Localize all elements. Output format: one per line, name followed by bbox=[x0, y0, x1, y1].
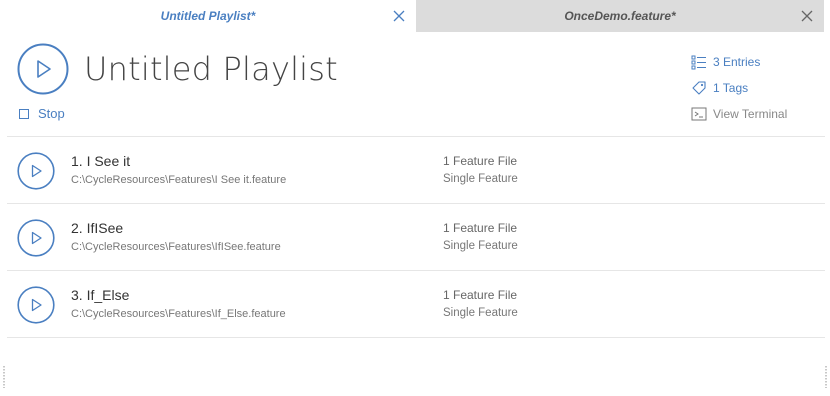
tab-oncedemo-feature[interactable]: OnceDemo.feature* bbox=[416, 0, 824, 32]
list-icon bbox=[691, 55, 706, 70]
divider bbox=[7, 337, 825, 338]
stop-square-icon bbox=[19, 108, 29, 119]
entries-count: 3 Entries bbox=[713, 55, 761, 69]
entry-name: 1. I See it bbox=[71, 153, 131, 169]
entry-file-count: 1 Feature File bbox=[443, 288, 518, 302]
page-title: Untitled Playlist bbox=[84, 50, 338, 88]
play-circle-icon[interactable] bbox=[17, 152, 55, 190]
resize-grip-left[interactable] bbox=[3, 366, 5, 388]
entry-name: 3. If_Else bbox=[71, 287, 130, 303]
view-terminal-link[interactable]: View Terminal bbox=[691, 101, 787, 127]
view-terminal-label: View Terminal bbox=[713, 107, 788, 121]
play-circle-icon[interactable] bbox=[17, 286, 55, 324]
entry-kind: Single Feature bbox=[443, 307, 518, 319]
tags-count: 1 Tags bbox=[713, 81, 749, 95]
entry-path: C:\CycleResources\Features\I See it.feat… bbox=[71, 174, 287, 186]
entry-file-count: 1 Feature File bbox=[443, 154, 518, 168]
tab-untitled-playlist[interactable]: Untitled Playlist* bbox=[0, 0, 416, 32]
stop-label: Stop bbox=[38, 106, 65, 121]
tab-label: OnceDemo.feature* bbox=[564, 9, 676, 23]
tag-icon bbox=[692, 81, 706, 95]
entry-path: C:\CycleResources\Features\If_Else.featu… bbox=[71, 308, 286, 320]
tags-link[interactable]: 1 Tags bbox=[691, 75, 787, 101]
playlist-meta: 3 Entries 1 Tags View Terminal bbox=[691, 49, 787, 127]
stop-button[interactable]: Stop bbox=[19, 106, 65, 121]
tab-bar-end bbox=[824, 0, 830, 32]
entry-kind: Single Feature bbox=[443, 240, 518, 252]
list-item[interactable]: 1. I See it C:\CycleResources\Features\I… bbox=[7, 137, 825, 203]
entries-link[interactable]: 3 Entries bbox=[691, 49, 787, 75]
play-circle-icon[interactable] bbox=[17, 43, 69, 95]
close-icon[interactable] bbox=[800, 9, 814, 23]
list-item[interactable]: 3. If_Else C:\CycleResources\Features\If… bbox=[7, 271, 825, 337]
terminal-icon bbox=[691, 107, 707, 121]
close-icon[interactable] bbox=[392, 9, 406, 23]
resize-grip-right[interactable] bbox=[825, 366, 827, 388]
play-circle-icon[interactable] bbox=[17, 219, 55, 257]
entry-name: 2. IfISee bbox=[71, 220, 124, 236]
entry-kind: Single Feature bbox=[443, 173, 518, 185]
list-item[interactable]: 2. IfISee C:\CycleResources\Features\IfI… bbox=[7, 204, 825, 270]
entry-file-count: 1 Feature File bbox=[443, 221, 518, 235]
tab-label: Untitled Playlist* bbox=[160, 9, 256, 23]
tab-bar: Untitled Playlist* OnceDemo.feature* bbox=[0, 0, 830, 32]
entry-path: C:\CycleResources\Features\IfISee.featur… bbox=[71, 241, 281, 253]
